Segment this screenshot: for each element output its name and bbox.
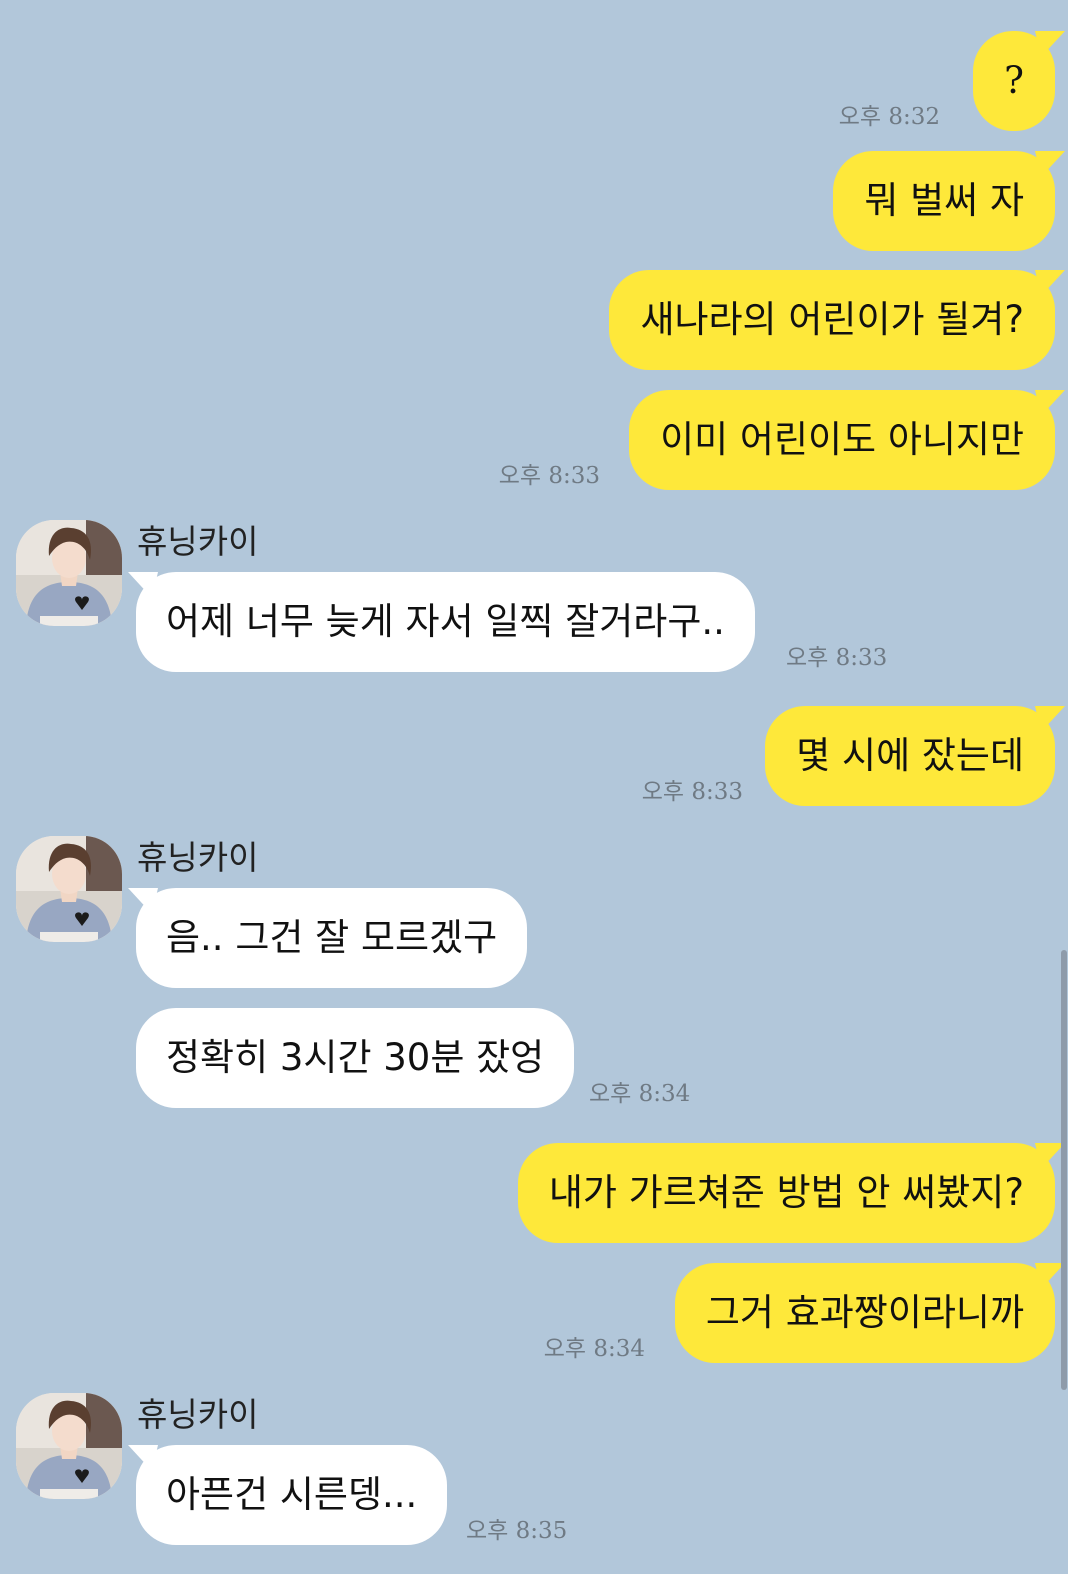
message-timestamp: 오후 8:34: [589, 1081, 691, 1107]
message-text: 내가 가르쳐준 방법 안 써봤지?: [548, 1171, 1024, 1214]
contact-avatar[interactable]: [16, 836, 122, 942]
message-bubble-received[interactable]: 음.. 그건 잘 모르겠구: [128, 888, 528, 988]
message-bubble-sent[interactable]: 뭐 벌써 자: [833, 151, 1065, 251]
message-timestamp: 오후 8:33: [786, 645, 888, 671]
message-bubble-sent[interactable]: 내가 가르쳐준 방법 안 써봤지?: [517, 1143, 1065, 1243]
contact-name: 휴닝카이: [137, 522, 259, 561]
contact-name: 휴닝카이: [137, 1395, 259, 1434]
message-text: ?: [1004, 59, 1024, 102]
message-text: 새나라의 어린이가 될겨?: [640, 298, 1024, 341]
bubble-tail-icon: [1035, 390, 1065, 416]
message-bubble-sent[interactable]: 새나라의 어린이가 될겨?: [609, 270, 1065, 370]
contact-name: 휴닝카이: [137, 838, 259, 877]
message-text: 그거 효과짱이라니까: [705, 1291, 1024, 1334]
message-bubble-received[interactable]: 어제 너무 늦게 자서 일찍 잘거라구..: [128, 572, 755, 672]
profile-photo-icon: [16, 1393, 122, 1499]
bubble-tail-icon: [1035, 31, 1065, 57]
bubble-tail-icon: [1035, 151, 1065, 177]
contact-avatar[interactable]: [16, 1393, 122, 1499]
bubble-tail-icon: [1035, 706, 1065, 732]
message-text: 정확히 3시간 30분 잤엉: [166, 1036, 545, 1079]
profile-photo-icon: [16, 520, 122, 626]
message-bubble-sent[interactable]: 그거 효과짱이라니까: [674, 1263, 1065, 1363]
message-text: 아픈건 시른뎅...: [166, 1473, 418, 1516]
message-bubble-received[interactable]: 정확히 3시간 30분 잤엉: [136, 1008, 575, 1108]
message-bubble-received[interactable]: 아픈건 시른뎅...: [128, 1445, 448, 1545]
message-text: 어제 너무 늦게 자서 일찍 잘거라구..: [166, 600, 725, 643]
message-timestamp: 오후 8:33: [641, 779, 743, 805]
message-bubble-sent[interactable]: ?: [973, 31, 1065, 131]
scrollbar-thumb[interactable]: [1061, 950, 1067, 1390]
bubble-tail-icon: [128, 572, 158, 598]
message-timestamp: 오후 8:33: [498, 463, 600, 489]
bubble-tail-icon: [128, 888, 158, 914]
message-text: 몇 시에 잤는데: [796, 734, 1024, 777]
message-text: 뭐 벌써 자: [864, 179, 1024, 222]
profile-photo-icon: [16, 836, 122, 942]
contact-avatar[interactable]: [16, 520, 122, 626]
bubble-tail-icon: [1035, 270, 1065, 296]
message-text: 음.. 그건 잘 모르겠구: [166, 916, 498, 959]
message-bubble-sent[interactable]: 몇 시에 잤는데: [765, 706, 1065, 806]
message-timestamp: 오후 8:35: [466, 1518, 568, 1544]
message-timestamp: 오후 8:32: [838, 104, 940, 130]
message-text: 이미 어린이도 아니지만: [660, 418, 1024, 461]
message-timestamp: 오후 8:34: [543, 1336, 645, 1362]
message-bubble-sent[interactable]: 이미 어린이도 아니지만: [629, 390, 1065, 490]
bubble-tail-icon: [128, 1445, 158, 1471]
